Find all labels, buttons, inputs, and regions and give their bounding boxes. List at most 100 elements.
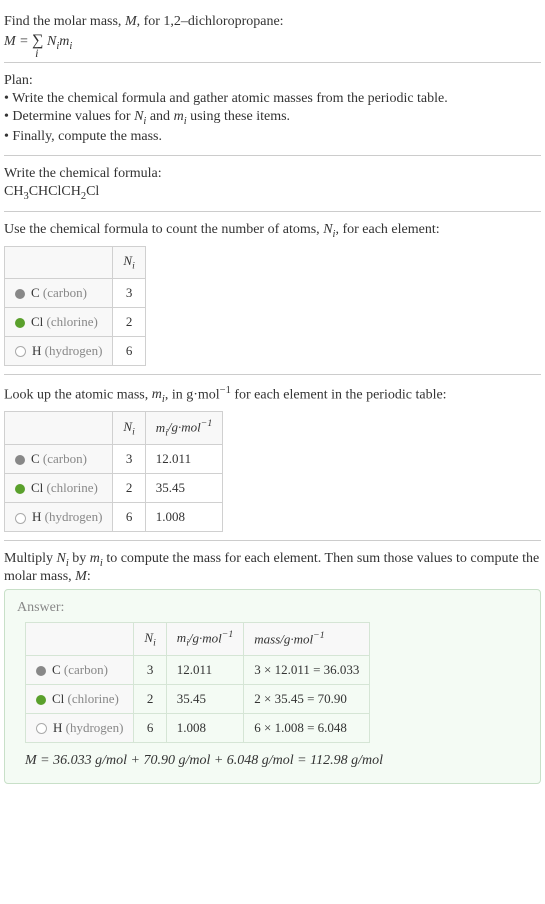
col-N-sym: N: [123, 253, 132, 268]
N-cell: 6: [134, 713, 166, 742]
N-cell: 3: [134, 655, 166, 684]
element-cell: C (carbon): [5, 278, 113, 307]
N-cell: 6: [113, 503, 145, 532]
m-cell: 12.011: [166, 655, 243, 684]
m-cell: 1.008: [166, 713, 243, 742]
col-mi: mi/g·mol−1: [145, 412, 222, 445]
intro-text2: , for 1,2–dichloropropane:: [137, 14, 284, 29]
var-Ni: Ni: [57, 551, 69, 566]
eq-m: m: [59, 34, 69, 49]
element-dot-icon: [36, 695, 46, 705]
element-dot-icon: [15, 455, 25, 465]
eq-N: N: [47, 34, 56, 49]
plan-bullet2: • Determine values for Ni and mi using t…: [4, 109, 541, 127]
element-dot-icon: [15, 318, 25, 328]
col-mass: mass/g·mol−1: [244, 622, 370, 655]
element-sym: H: [32, 509, 41, 524]
N-cell: 2: [134, 684, 166, 713]
m-cell: 12.011: [145, 445, 222, 474]
col-N-sym: N: [123, 419, 132, 434]
chem-part: CH: [4, 184, 23, 199]
plan-bullet1: • Write the chemical formula and gather …: [4, 91, 541, 107]
element-name: (hydrogen): [66, 720, 124, 735]
mult-h-mid: by: [69, 551, 90, 566]
element-sym: H: [32, 343, 41, 358]
sum-index: i: [35, 46, 38, 61]
mass-cell: 2 × 35.45 = 70.90: [244, 684, 370, 713]
col-Ni: Ni: [113, 412, 145, 445]
element-sym: H: [53, 720, 62, 735]
chemical-formula: CH3CHClCH2Cl: [4, 184, 541, 202]
count-heading-pre: Use the chemical formula to count the nu…: [4, 222, 323, 237]
element-dot-icon: [15, 484, 25, 494]
mult-h-post: :: [87, 569, 91, 584]
element-name: (carbon): [64, 662, 108, 677]
m-cell: 35.45: [145, 474, 222, 503]
col-m-unit: /g·mol: [168, 420, 201, 435]
element-sym: C: [31, 451, 40, 466]
count-section: Use the chemical formula to count the nu…: [4, 212, 541, 374]
element-name: (carbon): [43, 285, 87, 300]
var-M: M: [125, 14, 137, 29]
var-mi: mi: [152, 387, 165, 402]
element-name: (chlorine): [68, 691, 119, 706]
exp-neg1: −1: [220, 385, 231, 396]
eq-Ni: Nimi: [47, 34, 72, 49]
var-mi: mi: [174, 109, 187, 124]
lookup-heading-mid: , in g·mol: [165, 387, 220, 402]
plan-bullet3: • Finally, compute the mass.: [4, 129, 541, 145]
element-cell: C (carbon): [5, 445, 113, 474]
lookup-table: Ni mi/g·mol−1 C (carbon) 3 12.011 Cl (ch…: [4, 411, 223, 532]
element-cell: C (carbon): [26, 655, 134, 684]
col-element: [5, 247, 113, 279]
table-row: C (carbon) 3: [5, 278, 146, 307]
col-mi: mi/g·mol−1: [166, 622, 243, 655]
col-Ni: Ni: [134, 622, 166, 655]
col-m-sym: m: [156, 420, 165, 435]
lookup-heading-pre: Look up the atomic mass,: [4, 387, 152, 402]
element-dot-icon: [36, 666, 46, 676]
answer-table: Ni mi/g·mol−1 mass/g·mol−1 C (carbon) 3 …: [25, 622, 370, 743]
answer-box: Answer: Ni mi/g·mol−1 mass/g·mol−1 C (ca…: [4, 589, 541, 784]
table-row: C (carbon) 3 12.011 3 × 12.011 = 36.033: [26, 655, 370, 684]
mult-h-pre: Multiply: [4, 551, 57, 566]
plan-section: Plan: • Write the chemical formula and g…: [4, 63, 541, 156]
eq-lhs: M: [4, 34, 16, 49]
sigma-icon: ∑i: [32, 32, 43, 50]
N-cell: 3: [113, 445, 145, 474]
table-header-row: Ni mi/g·mol−1: [5, 412, 223, 445]
count-table: Ni C (carbon) 3 Cl (chlorine) 2 H (hydro…: [4, 246, 146, 366]
plan-heading: Plan:: [4, 73, 541, 89]
element-sym: C: [52, 662, 61, 677]
col-N-sym: N: [144, 630, 153, 645]
chem-part: CHClCH: [29, 184, 81, 199]
element-dot-icon: [15, 346, 26, 357]
table-row: H (hydrogen) 6 1.008: [5, 503, 223, 532]
lookup-section: Look up the atomic mass, mi, in g·mol−1 …: [4, 375, 541, 541]
mass-cell: 3 × 12.011 = 36.033: [244, 655, 370, 684]
col-Ni: Ni: [113, 247, 145, 279]
N-cell: 2: [113, 474, 145, 503]
plan-b2-post: using these items.: [187, 109, 290, 124]
element-name: (hydrogen): [45, 509, 103, 524]
element-dot-icon: [15, 513, 26, 524]
chem-part: Cl: [86, 184, 99, 199]
lookup-heading-post: for each element in the periodic table:: [231, 387, 447, 402]
intro-equation: M = ∑i Nimi: [4, 32, 541, 52]
element-cell: Cl (chlorine): [5, 307, 113, 336]
m-cell: 1.008: [145, 503, 222, 532]
element-name: (hydrogen): [45, 343, 103, 358]
col-m-sym: m: [177, 630, 186, 645]
element-cell: H (hydrogen): [26, 713, 134, 742]
intro-line1: Find the molar mass, M, for 1,2–dichloro…: [4, 14, 541, 30]
eq-m-sub: i: [69, 41, 72, 52]
var-mi: mi: [90, 551, 103, 566]
table-row: Cl (chlorine) 2: [5, 307, 146, 336]
element-name: (chlorine): [47, 480, 98, 495]
plan-b2-pre: • Determine values for: [4, 109, 134, 124]
N-cell: 3: [113, 278, 145, 307]
lookup-heading: Look up the atomic mass, mi, in g·mol−1 …: [4, 385, 541, 405]
intro-text: Find the molar mass,: [4, 14, 125, 29]
table-row: Cl (chlorine) 2 35.45 2 × 35.45 = 70.90: [26, 684, 370, 713]
element-cell: Cl (chlorine): [5, 474, 113, 503]
